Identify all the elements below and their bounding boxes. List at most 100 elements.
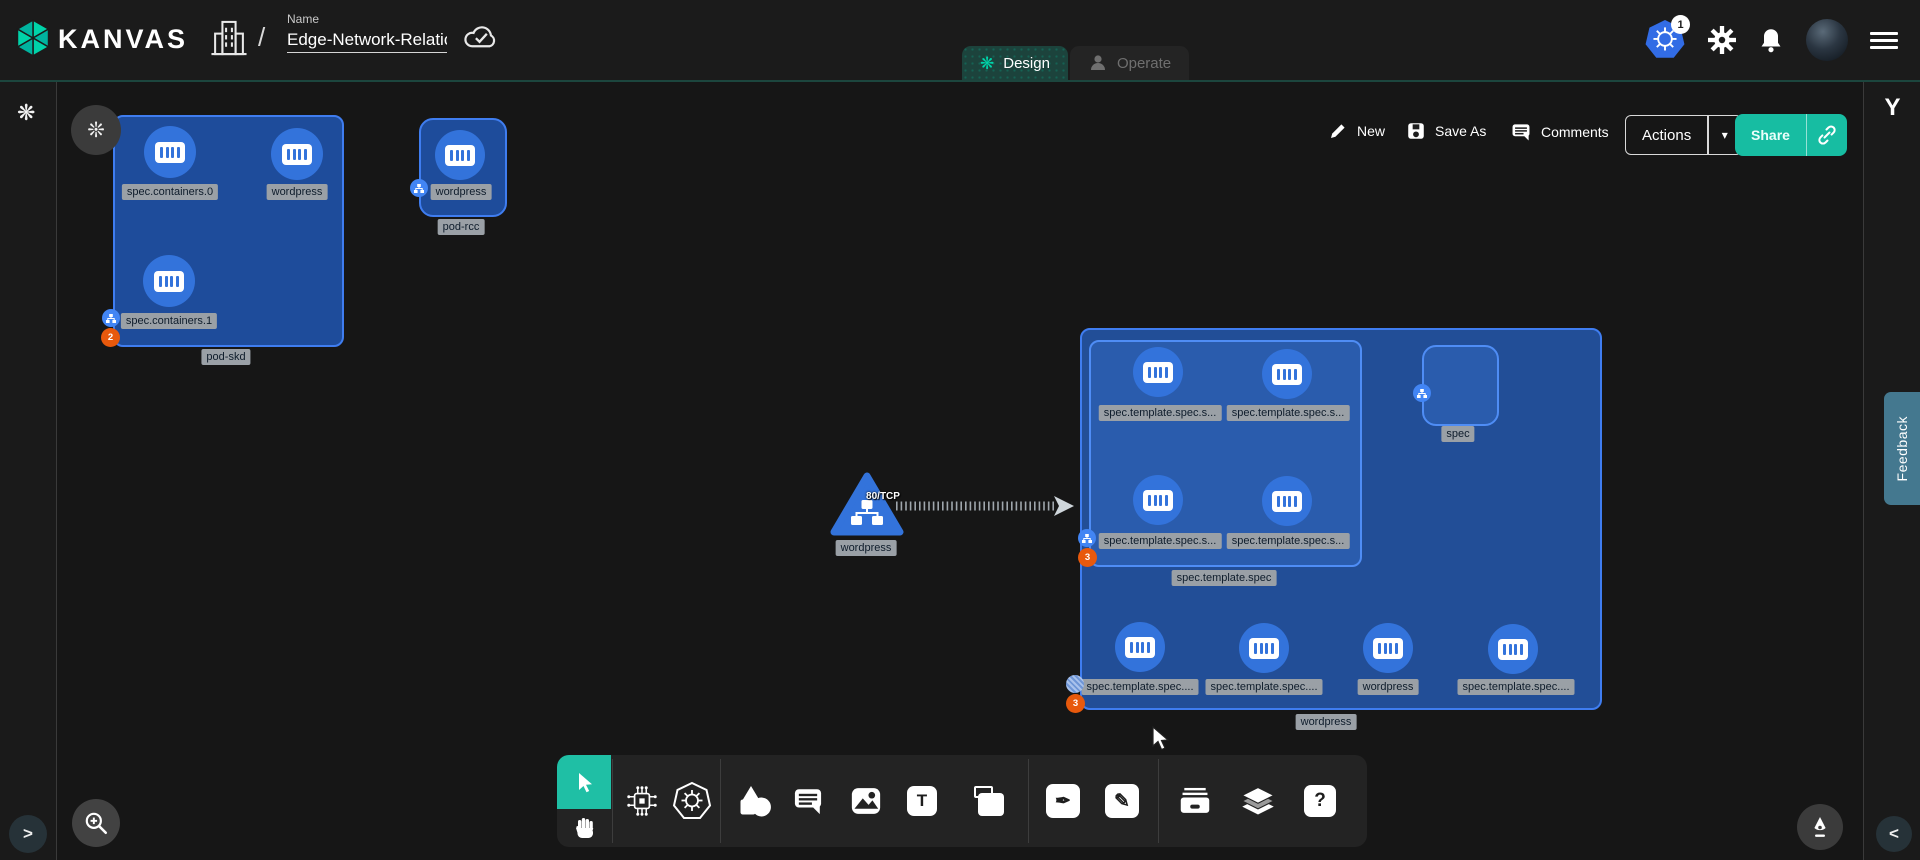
container-icon — [282, 144, 312, 165]
container-node[interactable] — [1488, 624, 1538, 674]
node-label: wordpress — [431, 184, 492, 200]
group-label: pod-rcc — [438, 219, 485, 235]
hand-icon — [571, 815, 597, 841]
error-count-badge[interactable]: 3 — [1066, 694, 1085, 713]
container-node[interactable] — [1363, 623, 1413, 673]
operate-person-icon — [1088, 53, 1108, 73]
layers-icon — [1240, 783, 1276, 819]
comment-icon — [791, 784, 825, 818]
pen-tool-button[interactable]: ✒ — [1046, 784, 1080, 818]
design-name-input[interactable] — [287, 28, 447, 53]
layers-button[interactable] — [1240, 783, 1276, 819]
hierarchy-badge-icon[interactable] — [1078, 529, 1096, 547]
container-node[interactable] — [435, 130, 485, 180]
cursor-arrow-icon — [572, 770, 596, 794]
expand-left-panel-button[interactable]: > — [9, 815, 47, 853]
design-pen-button[interactable] — [1797, 804, 1843, 850]
hierarchy-badge-icon[interactable] — [102, 309, 120, 327]
node-label: spec.template.spec.s... — [1099, 533, 1222, 549]
header-actions: 1 — [1644, 0, 1898, 80]
chip-icon — [624, 783, 660, 819]
hierarchy-badge-icon[interactable] — [410, 179, 428, 197]
freehand-tool-button[interactable]: ✎ — [1105, 784, 1139, 818]
zoom-in-button[interactable] — [72, 799, 120, 847]
text-tool-button[interactable]: T — [907, 786, 937, 816]
comments-button[interactable]: Comments — [1510, 121, 1609, 143]
settings-gear-icon[interactable] — [1708, 26, 1736, 54]
container-icon — [1143, 490, 1173, 511]
select-tool-button[interactable] — [557, 755, 611, 809]
container-icon — [445, 145, 475, 166]
toolbar-divider — [1158, 759, 1159, 843]
node-label: spec.containers.0 — [122, 184, 218, 200]
kubernetes-tool-button[interactable] — [672, 781, 712, 821]
question-icon: ? — [1304, 785, 1336, 817]
hierarchy-badge-icon[interactable] — [1413, 384, 1431, 402]
left-rail: ❋ > — [0, 82, 57, 860]
actions-dropdown-button[interactable]: Actions ▾ — [1625, 115, 1742, 155]
tab-design[interactable]: ❋ Design — [962, 46, 1068, 80]
kanvas-logo-icon[interactable] — [14, 19, 52, 57]
new-button[interactable]: New — [1328, 121, 1385, 141]
container-node[interactable] — [1262, 349, 1312, 399]
container-node[interactable] — [1239, 623, 1289, 673]
pan-tool-button[interactable] — [557, 809, 611, 847]
container-icon — [1272, 364, 1302, 385]
group-spec[interactable] — [1422, 345, 1499, 426]
shapes-tool-button[interactable] — [736, 783, 772, 819]
container-node[interactable] — [144, 126, 196, 178]
help-button[interactable]: ? — [1304, 785, 1336, 817]
canvas-config-button[interactable]: ❊ — [71, 105, 121, 155]
meshery-spiral-icon[interactable]: ❋ — [17, 100, 35, 126]
collapse-right-panel-button[interactable]: < — [1876, 816, 1912, 852]
mode-tabs: ❋ Design Operate — [962, 46, 1189, 80]
save-as-button[interactable]: Save As — [1406, 121, 1486, 141]
container-node[interactable] — [143, 255, 195, 307]
edge-port-label: 80/TCP — [866, 491, 900, 502]
container-node[interactable] — [1133, 347, 1183, 397]
error-count-badge[interactable]: 3 — [1078, 548, 1097, 567]
comment-tool-button[interactable] — [791, 784, 825, 818]
section-tool-button[interactable] — [974, 785, 1006, 817]
container-node[interactable] — [1262, 476, 1312, 526]
text-icon: T — [907, 786, 937, 816]
tab-operate-label: Operate — [1117, 55, 1171, 72]
save-as-label: Save As — [1435, 123, 1486, 139]
service-node[interactable] — [830, 470, 904, 538]
share-button[interactable]: Share — [1735, 114, 1847, 156]
component-library-button[interactable] — [624, 783, 660, 819]
breadcrumb-separator: / — [258, 22, 265, 53]
comments-icon — [1510, 121, 1532, 143]
container-icon — [155, 142, 185, 163]
container-icon — [154, 271, 184, 292]
copy-link-icon[interactable] — [1807, 124, 1847, 146]
kubernetes-count-badge: 1 — [1671, 15, 1690, 34]
error-count-badge[interactable]: 2 — [101, 328, 120, 347]
notifications-bell-icon[interactable] — [1758, 26, 1784, 54]
pen-nib-icon — [1808, 815, 1832, 839]
right-rail-y-handle[interactable]: Y — [1864, 94, 1920, 122]
user-avatar[interactable] — [1806, 19, 1848, 61]
tab-operate[interactable]: Operate — [1070, 46, 1189, 80]
drawer-button[interactable] — [1176, 784, 1214, 818]
kubernetes-helm-icon — [672, 781, 712, 821]
container-node[interactable] — [1115, 622, 1165, 672]
node-label: spec.template.spec.s... — [1227, 533, 1350, 549]
pencil-scribble-icon: ✎ — [1105, 784, 1139, 818]
container-node[interactable] — [1133, 475, 1183, 525]
organization-icon[interactable] — [211, 19, 247, 57]
container-icon — [1249, 638, 1279, 659]
menu-hamburger-icon[interactable] — [1870, 28, 1898, 53]
container-node[interactable] — [271, 128, 323, 180]
kubernetes-context-button[interactable]: 1 — [1644, 19, 1686, 61]
group-label: wordpress — [1296, 714, 1357, 730]
pen-icon: ✒ — [1046, 784, 1080, 818]
share-label: Share — [1735, 127, 1806, 143]
feedback-tab[interactable]: Feedback — [1884, 392, 1920, 505]
container-icon — [1272, 491, 1302, 512]
image-tool-button[interactable] — [848, 783, 884, 819]
node-label: wordpress — [836, 540, 897, 556]
chevron-left-icon: < — [1889, 824, 1899, 844]
replica-badge-icon[interactable] — [1066, 675, 1084, 693]
archive-drawer-icon — [1176, 784, 1214, 818]
